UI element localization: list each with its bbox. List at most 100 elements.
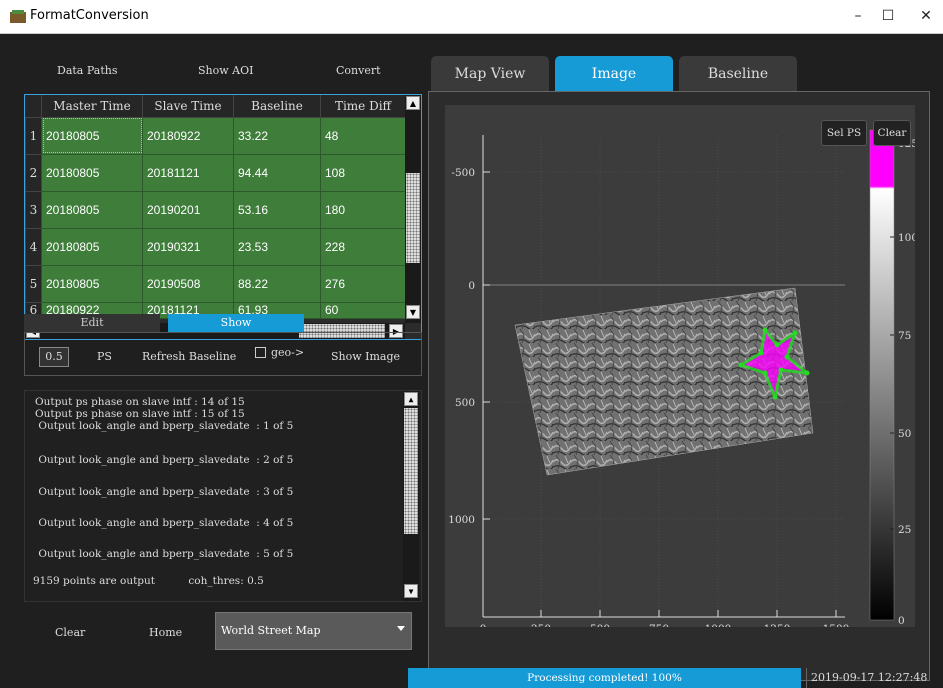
map-style-select[interactable]: World Street Map xyxy=(215,612,412,650)
log-line: Output ps phase on slave intf : 14 of 15 xyxy=(35,396,245,408)
colorbar-label: 25 xyxy=(898,524,911,536)
log-scrollbar[interactable]: ▲ ▼ xyxy=(403,391,419,601)
column-header[interactable]: Slave Time xyxy=(142,95,234,118)
scroll-thumb[interactable] xyxy=(404,408,418,534)
table-cell[interactable]: 23.53 xyxy=(233,227,321,266)
sel-ps-button[interactable]: Sel PS xyxy=(821,120,867,146)
map-style-value: World Street Map xyxy=(221,624,321,637)
table-cell[interactable]: 94.44 xyxy=(233,153,321,192)
tab-edit[interactable]: Edit xyxy=(24,314,160,332)
table-row[interactable]: 2 20180805 20181121 94.44 108 xyxy=(25,153,406,192)
corner-header[interactable] xyxy=(25,95,42,118)
scroll-up-icon[interactable]: ▲ xyxy=(406,96,420,110)
y-tick-label: 1000 xyxy=(448,514,475,526)
tab-image[interactable]: Image xyxy=(555,56,673,92)
table-cell[interactable]: 276 xyxy=(320,264,406,303)
log-line: Output look_angle and bperp_slavedate : … xyxy=(35,548,294,560)
table-cell[interactable]: 20180805 xyxy=(41,227,143,266)
column-header[interactable]: Master Time xyxy=(41,95,143,118)
close-button[interactable]: ✕ xyxy=(911,8,941,28)
data-paths-button[interactable]: Data Paths xyxy=(57,64,117,77)
convert-button[interactable]: Convert xyxy=(336,64,381,77)
log-line: Output look_angle and bperp_slavedate : … xyxy=(35,454,294,466)
table-header-row: Master Time Slave Time Baseline Time Dif… xyxy=(25,95,406,118)
row-number[interactable]: 4 xyxy=(25,227,42,266)
minimize-button[interactable]: – xyxy=(843,8,873,28)
log-line: Output look_angle and bperp_slavedate : … xyxy=(35,420,294,432)
home-button[interactable]: Home xyxy=(149,626,182,639)
x-tick-label: 1500 xyxy=(823,623,850,627)
progress-bar: Processing completed! 100% xyxy=(408,668,801,688)
show-aoi-button[interactable]: Show AOI xyxy=(198,64,253,77)
x-tick-label: 500 xyxy=(590,623,610,627)
table-cell[interactable]: 53.16 xyxy=(233,190,321,229)
status-message: Processing completed! 100% xyxy=(527,672,682,684)
table-cell[interactable]: 20180805 xyxy=(41,190,143,229)
x-tick-label: 0 xyxy=(480,623,487,627)
table-cell[interactable]: 20181121 xyxy=(142,153,234,192)
table-cell[interactable]: 228 xyxy=(320,227,406,266)
table-cell[interactable]: 20180922 xyxy=(142,116,234,155)
x-tick-label: 1250 xyxy=(764,623,791,627)
colorbar-label: 0 xyxy=(898,615,905,627)
plot-clear-button[interactable]: Clear xyxy=(873,120,911,146)
colorbar xyxy=(869,129,895,621)
x-tick-label: 750 xyxy=(649,623,669,627)
chevron-down-icon xyxy=(397,626,405,631)
y-tick-label: 500 xyxy=(455,397,475,409)
table-cell[interactable]: 20190321 xyxy=(142,227,234,266)
show-image-button[interactable]: Show Image xyxy=(331,350,400,363)
log-line: Output ps phase on slave intf : 15 of 15 xyxy=(35,408,245,420)
table-cell[interactable]: 108 xyxy=(320,153,406,192)
table-cell[interactable]: 20190201 xyxy=(142,190,234,229)
colorbar-label: 100 xyxy=(898,232,915,244)
window-title: FormatConversion xyxy=(30,8,149,23)
column-header[interactable]: Baseline xyxy=(233,95,321,118)
image-plot[interactable]: 0 250 500 750 1000 1250 1500 -500 0 500 … xyxy=(445,105,918,635)
show-options-panel: 0.5 PS Refresh Baseline geo-> Show Image xyxy=(24,332,422,376)
tab-map-view[interactable]: Map View xyxy=(431,56,549,92)
edit-show-tabs: Edit Show xyxy=(24,314,422,332)
tab-baseline[interactable]: Baseline xyxy=(679,56,797,92)
table-cell[interactable]: 20180805 xyxy=(41,116,143,155)
y-tick-label: -500 xyxy=(451,167,475,179)
table-row[interactable]: 1 20180805 20180922 33.22 48 xyxy=(25,116,406,155)
ps-button[interactable]: PS xyxy=(97,350,112,363)
geo-checkbox[interactable] xyxy=(255,347,266,358)
scroll-down-icon[interactable]: ▼ xyxy=(404,584,418,598)
table-cell[interactable]: 20190508 xyxy=(142,264,234,303)
column-header[interactable]: Time Diff xyxy=(320,95,406,118)
row-number[interactable]: 1 xyxy=(25,116,42,155)
table-cell[interactable]: 20180805 xyxy=(41,264,143,303)
maximize-button[interactable]: ☐ xyxy=(873,8,903,28)
threshold-input[interactable]: 0.5 xyxy=(39,347,69,367)
log-line: Output look_angle and bperp_slavedate : … xyxy=(35,517,294,529)
table-cell[interactable]: 20180805 xyxy=(41,153,143,192)
table-row[interactable]: 4 20180805 20190321 23.53 228 xyxy=(25,227,406,266)
table-cell[interactable]: 88.22 xyxy=(233,264,321,303)
scroll-up-icon[interactable]: ▲ xyxy=(404,392,418,406)
geo-label: geo-> xyxy=(271,346,305,359)
title-bar: FormatConversion – ☐ ✕ xyxy=(0,0,943,34)
row-number[interactable]: 5 xyxy=(25,264,42,303)
table-row[interactable]: 5 20180805 20190508 88.22 276 xyxy=(25,264,406,303)
scroll-thumb[interactable] xyxy=(406,173,420,263)
log-line: Output look_angle and bperp_slavedate : … xyxy=(35,486,294,498)
table-cell[interactable]: 180 xyxy=(320,190,406,229)
tab-show[interactable]: Show xyxy=(168,314,304,332)
log-output[interactable]: Output ps phase on slave intf : 14 of 15… xyxy=(24,390,422,602)
main-area: Data Paths Show AOI Convert Master Time … xyxy=(0,34,943,688)
table-cell[interactable]: 33.22 xyxy=(233,116,321,155)
colorbar-label: 50 xyxy=(898,428,911,440)
table-vertical-scrollbar[interactable]: ▲ ▼ xyxy=(405,95,421,323)
table: Master Time Slave Time Baseline Time Dif… xyxy=(25,95,406,319)
y-tick-label: 0 xyxy=(468,280,475,292)
row-number[interactable]: 3 xyxy=(25,190,42,229)
row-number[interactable]: 2 xyxy=(25,153,42,192)
interferogram-table: Master Time Slave Time Baseline Time Dif… xyxy=(24,94,422,340)
clear-button[interactable]: Clear xyxy=(55,626,85,639)
app-icon xyxy=(10,10,26,23)
table-row[interactable]: 3 20180805 20190201 53.16 180 xyxy=(25,190,406,229)
refresh-baseline-button[interactable]: Refresh Baseline xyxy=(142,350,236,363)
table-cell[interactable]: 48 xyxy=(320,116,406,155)
